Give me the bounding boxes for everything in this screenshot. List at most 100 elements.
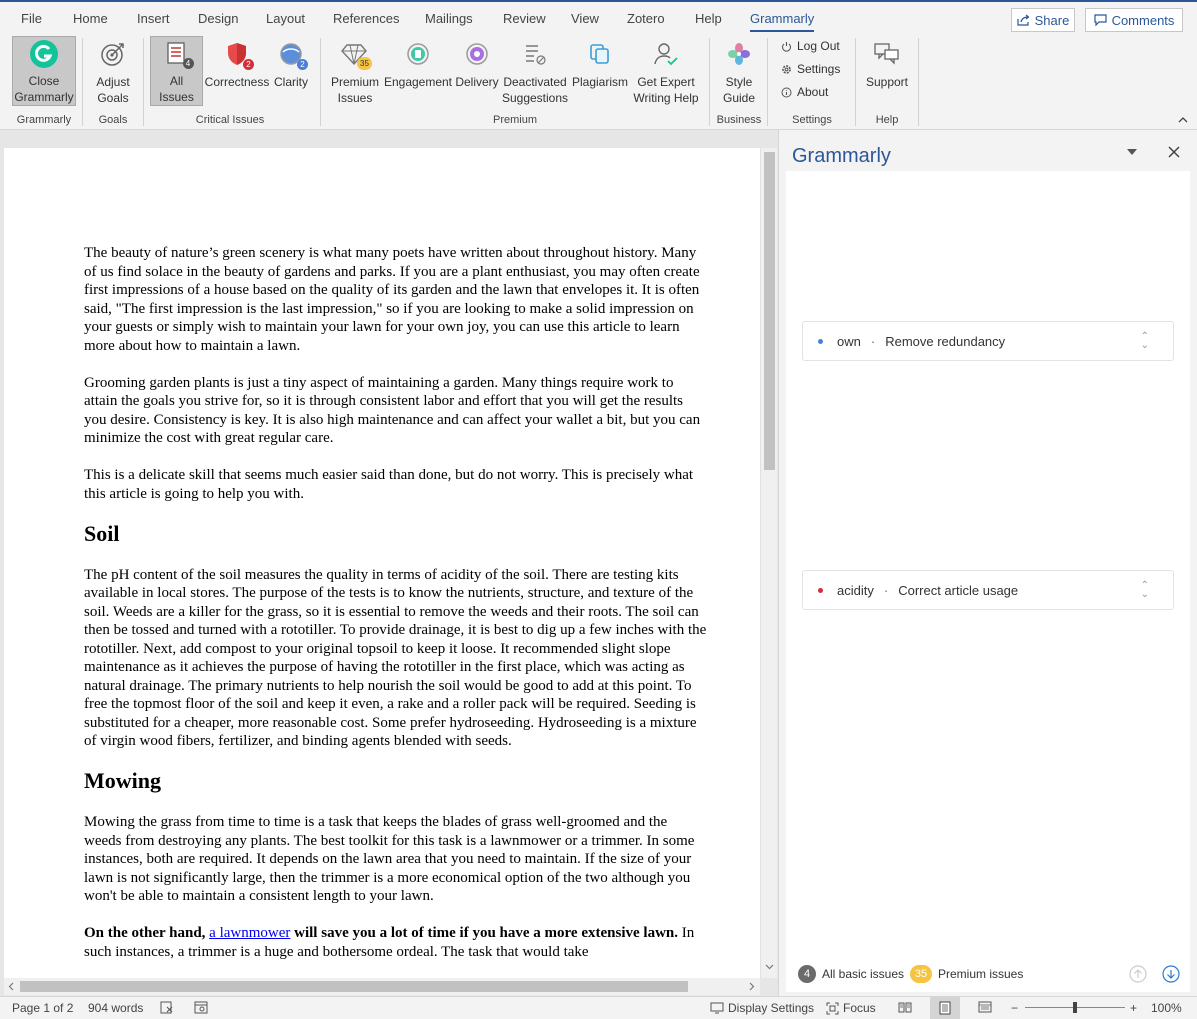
basic-issues-button[interactable]: 4 All basic issues — [798, 965, 904, 983]
tab-view[interactable]: View — [571, 11, 599, 26]
group-divider — [709, 38, 710, 126]
suggestion-issue: Remove redundancy — [885, 333, 1006, 349]
horizontal-scrollbar[interactable] — [4, 978, 760, 995]
tab-home[interactable]: Home — [73, 11, 108, 26]
comments-label: Comments — [1111, 12, 1175, 28]
delivery-icon — [461, 38, 493, 70]
premium-issues-filter-button[interactable]: 35 Premium issues — [910, 965, 1023, 983]
display-settings-button[interactable]: Display Settings — [710, 1001, 814, 1015]
clarity-button[interactable]: 2 Clarity — [271, 36, 311, 106]
pane-options-icon[interactable] — [1127, 149, 1137, 156]
document-page[interactable]: The beauty of nature’s green scenery is … — [4, 148, 760, 978]
tab-file[interactable]: File — [21, 11, 42, 26]
collapse-ribbon-button[interactable] — [1177, 114, 1189, 128]
zoom-in-button[interactable]: + — [1130, 1001, 1137, 1015]
macro-icon[interactable] — [194, 1001, 208, 1014]
deactivated-suggestions-button[interactable]: Deactivated Suggestions — [502, 36, 568, 106]
paragraph[interactable]: Mowing the grass from time to time is a … — [84, 813, 708, 906]
document-body[interactable]: The beauty of nature’s green scenery is … — [84, 244, 708, 978]
paragraph[interactable]: Grooming garden plants is just a tiny as… — [84, 374, 708, 448]
share-icon — [1017, 14, 1030, 26]
scroll-left-icon[interactable] — [7, 982, 16, 991]
paragraph[interactable]: The beauty of nature’s green scenery is … — [84, 244, 708, 355]
log-out-button[interactable]: Log Out — [781, 39, 840, 53]
plagiarism-button[interactable]: Plagiarism — [570, 36, 630, 106]
suggestion-card[interactable]: own · Remove redundancy ⌃ ⌄ — [802, 321, 1174, 361]
heading-soil[interactable]: Soil — [84, 521, 708, 546]
gear-icon — [782, 64, 791, 74]
heading-mowing[interactable]: Mowing — [84, 769, 708, 793]
previous-issue-icon[interactable] — [1129, 965, 1147, 983]
premium-issues-button[interactable]: 35 Premium Issues — [328, 36, 382, 106]
deactivated-label-1: Deactivated — [503, 75, 567, 89]
about-button[interactable]: About — [781, 85, 828, 99]
suggestion-word: own — [837, 333, 861, 349]
expert-label-1: Get Expert — [637, 75, 695, 89]
scroll-down-icon[interactable] — [765, 962, 774, 971]
correctness-button[interactable]: 2 Correctness — [205, 36, 269, 106]
page-count[interactable]: Page 1 of 2 — [12, 1001, 73, 1015]
document-link[interactable]: a lawnmower — [209, 925, 290, 941]
expert-writing-help-button[interactable]: Get Expert Writing Help — [630, 36, 702, 106]
read-mode-icon[interactable] — [898, 1001, 912, 1013]
word-count[interactable]: 904 words — [88, 1001, 143, 1015]
separator-dot: · — [883, 582, 889, 598]
clarity-count: 2 — [297, 59, 308, 70]
focus-label: Focus — [843, 1001, 876, 1015]
tab-layout[interactable]: Layout — [266, 11, 305, 26]
next-issue-icon[interactable] — [1162, 965, 1180, 983]
tab-insert[interactable]: Insert — [137, 11, 170, 26]
all-issues-button[interactable]: 4 All Issues — [150, 36, 203, 106]
zoom-slider-thumb[interactable] — [1073, 1002, 1077, 1013]
zoom-slider[interactable] — [1025, 1002, 1125, 1013]
settings-button[interactable]: Settings — [781, 62, 840, 76]
paragraph[interactable]: The pH content of the soil measures the … — [84, 566, 708, 751]
close-grammarly-label-1: Close — [28, 74, 60, 88]
status-bar: Page 1 of 2 904 words Display Settings F… — [0, 996, 1197, 1019]
adjust-goals-label-1: Adjust — [96, 75, 130, 89]
expand-chevron-icon: ⌃ ⌄ — [1140, 580, 1149, 600]
all-issues-count: 4 — [182, 58, 194, 69]
close-grammarly-button[interactable]: Close Grammarly — [12, 36, 76, 106]
zoom-out-button[interactable]: − — [1011, 1001, 1018, 1015]
tab-design[interactable]: Design — [198, 11, 238, 26]
engagement-button[interactable]: Engagement — [383, 36, 453, 106]
paragraph[interactable]: On the other hand, a lawnmower will save… — [84, 924, 708, 961]
suggestion-card[interactable]: acidity · Correct article usage ⌃ ⌄ — [802, 570, 1174, 610]
vertical-scrollbar[interactable] — [760, 148, 777, 978]
tab-references[interactable]: References — [333, 11, 399, 26]
tab-zotero[interactable]: Zotero — [627, 11, 665, 26]
web-layout-icon[interactable] — [978, 1001, 992, 1013]
grammarly-logo-icon — [28, 39, 60, 69]
delivery-button[interactable]: Delivery — [454, 36, 500, 106]
style-guide-icon — [723, 38, 755, 70]
zoom-level[interactable]: 100% — [1151, 1001, 1182, 1015]
list-icon: 4 — [161, 39, 194, 69]
focus-icon — [826, 1002, 839, 1014]
clarity-icon: 2 — [275, 38, 308, 70]
focus-button[interactable]: Focus — [826, 1001, 876, 1015]
chevron-up-icon — [1178, 117, 1188, 123]
tab-review[interactable]: Review — [503, 11, 546, 26]
proofing-icon[interactable] — [160, 1001, 174, 1014]
expert-label-2: Writing Help — [633, 91, 699, 105]
grammarly-pane: Grammarly own · Remove redundancy ⌃ ⌄ aci… — [778, 130, 1197, 996]
tab-help[interactable]: Help — [695, 11, 722, 26]
scroll-right-icon[interactable] — [747, 982, 756, 991]
about-label: About — [797, 85, 829, 99]
print-layout-icon[interactable] — [930, 997, 960, 1019]
paragraph[interactable]: This is a delicate skill that seems much… — [84, 466, 708, 503]
comments-button[interactable]: Comments — [1085, 8, 1183, 32]
tab-grammarly[interactable]: Grammarly — [750, 11, 815, 32]
close-icon[interactable] — [1168, 146, 1180, 158]
share-button[interactable]: Share — [1011, 8, 1075, 32]
shield-icon: 2 — [221, 38, 254, 70]
tab-mailings[interactable]: Mailings — [425, 11, 473, 26]
scroll-thumb[interactable] — [20, 981, 688, 992]
scroll-thumb[interactable] — [764, 152, 775, 470]
plagiarism-icon — [584, 38, 616, 70]
support-button[interactable]: Support — [862, 36, 912, 106]
style-guide-button[interactable]: Style Guide — [716, 36, 762, 106]
adjust-goals-button[interactable]: Adjust Goals — [88, 36, 138, 106]
group-label-business: Business — [716, 114, 762, 126]
